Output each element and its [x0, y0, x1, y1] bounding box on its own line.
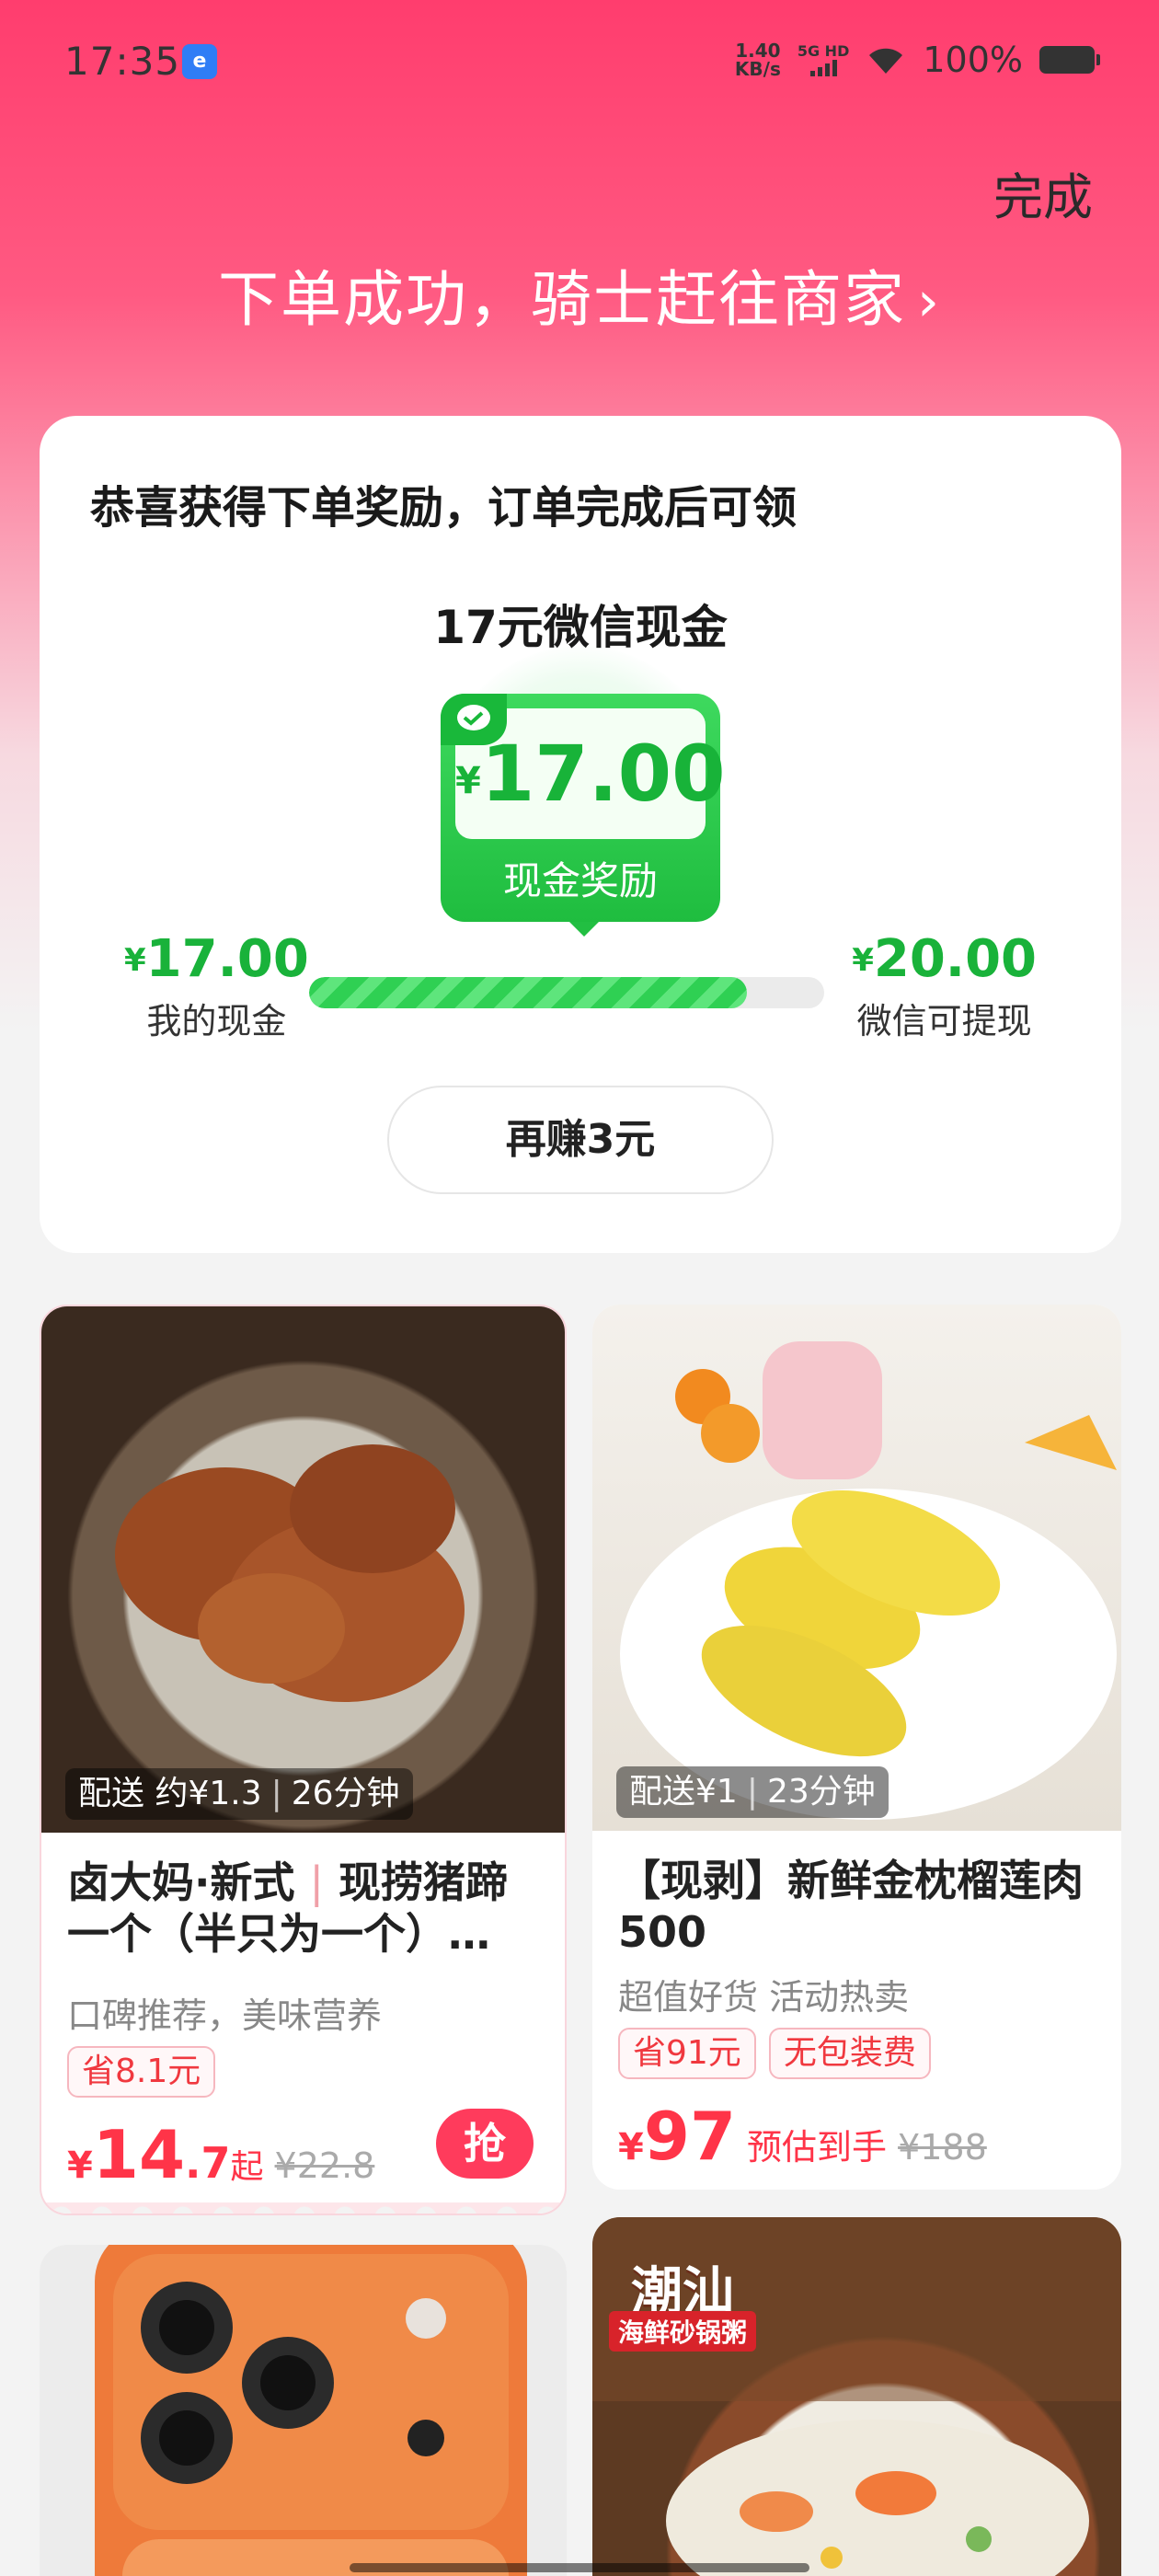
price-currency: ¥: [618, 2126, 644, 2168]
status-indicators: 1.40 KB/s 5G HD 100%: [735, 37, 1100, 83]
status-bar: 17:35 e 1.40 KB/s 5G HD 100%: [0, 0, 1159, 120]
product-brand: 卤大妈·新式: [67, 1857, 295, 1907]
cash-progress-bar: [309, 977, 824, 1008]
my-cash-currency: ¥: [124, 942, 146, 979]
battery-icon: [1039, 46, 1100, 74]
packaging-tag: 无包装费: [768, 2028, 931, 2079]
reward-title: 恭喜获得下单奖励，订单完成后可领: [90, 482, 798, 534]
product-tags: 省8.1元: [67, 2046, 216, 2098]
target-currency: ¥: [852, 942, 874, 979]
product-card[interactable]: [40, 2245, 567, 2576]
product-subtitle: 超值好货 活动热卖: [618, 1977, 910, 2018]
price-suffix: 起: [230, 2148, 264, 2186]
target-label: 微信可提现: [856, 1001, 1032, 1041]
price-row: ¥ 14.7起 ¥22.8: [67, 2116, 374, 2193]
delivery-fee: 配送 约¥1.3: [78, 1775, 262, 1812]
price-decimal: .7: [185, 2138, 231, 2188]
my-cash: ¥17.00 我的现金: [124, 929, 309, 1043]
status-time: 17:35: [64, 39, 181, 84]
price-row: ¥ 97 预估到手 ¥188: [618, 2098, 987, 2175]
order-status-headline[interactable]: 下单成功，骑士赶往商家 ›: [0, 250, 1159, 339]
original-price: ¥22.8: [274, 2145, 375, 2186]
durian-image: 配送¥1 | 23分钟: [592, 1305, 1121, 1831]
earn-more-button[interactable]: 再赚3元: [387, 1086, 774, 1194]
badge-amount: 17.00: [480, 729, 726, 819]
wifi-icon: [866, 44, 906, 75]
pork-trotter-image: 配送 约¥1.3 | 26分钟: [41, 1306, 565, 1833]
withdraw-target: ¥20.00 微信可提现: [852, 929, 1037, 1043]
my-cash-value: 17.00: [145, 929, 309, 989]
network-speed-unit: KB/s: [734, 58, 781, 80]
network-speed-value: 1.40: [735, 40, 781, 62]
done-button[interactable]: 完成: [993, 156, 1093, 229]
order-status-text: 下单成功，骑士赶往商家: [218, 264, 906, 335]
product-card[interactable]: 配送 约¥1.3 | 26分钟 卤大妈·新式 | 现捞猪蹄一个（半只为一个）… 口碑…: [40, 1305, 567, 2215]
price-integer: 14: [92, 2116, 186, 2193]
chevron-right-icon: ›: [917, 270, 941, 334]
delivery-info-tag: 配送¥1 | 23分钟: [616, 1766, 889, 1818]
discount-tag: 省8.1元: [67, 2046, 216, 2098]
delivery-fee: 配送¥1: [629, 1773, 738, 1811]
cash-progress-fill: [309, 977, 747, 1008]
network-type: 5G HD: [797, 42, 850, 60]
discount-tag: 省91元: [618, 2028, 756, 2079]
congee-sub-text: 海鲜砂锅粥: [609, 2311, 757, 2352]
target-value: 20.00: [873, 929, 1037, 989]
signal-icon: 5G HD: [797, 42, 850, 76]
delivery-time: 23分钟: [766, 1773, 876, 1811]
product-tags: 省91元 无包装费: [618, 2028, 931, 2079]
reward-card: 恭喜获得下单奖励，订单完成后可领 17元微信现金 ¥17.00 现金奖励 ¥17…: [40, 416, 1121, 1253]
my-cash-label: 我的现金: [146, 1001, 287, 1041]
product-card[interactable]: 配送¥1 | 23分钟 【现剥】新鲜金枕榴莲肉500 超值好货 活动热卖 省91元 …: [592, 1305, 1121, 2190]
wechat-icon: [441, 694, 507, 745]
product-title: 卤大妈·新式 | 现捞猪蹄一个（半只为一个）…: [67, 1857, 509, 1959]
battery-percent: 100%: [923, 40, 1023, 80]
product-card[interactable]: 潮汕 海鲜砂锅粥: [592, 2217, 1121, 2576]
price-integer: 97: [643, 2098, 737, 2175]
price-currency: ¥: [67, 2145, 93, 2187]
ticket-edge: [41, 2202, 565, 2214]
grab-button[interactable]: 抢: [436, 2109, 534, 2179]
product-title: 【现剥】新鲜金枕榴莲肉500: [618, 1856, 1084, 1957]
delivery-info-tag: 配送 约¥1.3 | 26分钟: [65, 1768, 413, 1820]
price-note: 预估到手: [747, 2127, 888, 2168]
seafood-congee-image: 潮汕 海鲜砂锅粥: [592, 2217, 1121, 2576]
app-notification-icon: e: [182, 44, 217, 79]
network-speed: 1.40 KB/s: [735, 41, 781, 78]
badge-currency: ¥: [455, 760, 481, 802]
badge-label: 现金奖励: [502, 858, 658, 903]
delivery-time: 26分钟: [291, 1775, 400, 1812]
original-price: ¥188: [898, 2127, 987, 2168]
product-subtitle: 口碑推荐，美味营养: [67, 1995, 383, 2036]
phone-image: [40, 2245, 567, 2576]
home-indicator[interactable]: [350, 2563, 809, 2572]
